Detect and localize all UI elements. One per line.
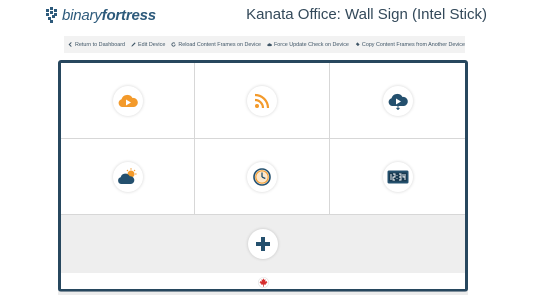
content-frame-tile[interactable] xyxy=(61,63,195,139)
logo-mark-icon xyxy=(46,7,57,23)
cloud-play-blue-icon xyxy=(388,93,408,110)
tile-icon-circle xyxy=(382,161,413,192)
logo-text-light: binary xyxy=(62,6,102,24)
digital-clock-icon xyxy=(387,170,408,183)
refresh-icon xyxy=(171,42,176,47)
plus-icon xyxy=(256,237,270,251)
content-frame-tile[interactable] xyxy=(330,139,465,215)
footer-row xyxy=(61,273,465,289)
content-frame-tile[interactable] xyxy=(330,63,465,139)
logo[interactable]: binaryfortress xyxy=(46,5,156,25)
toolbar-item-label: Return to Dashboard xyxy=(75,41,126,48)
edit-device-button[interactable]: Edit Device xyxy=(131,42,165,48)
header: binaryfortress Kanata Office: Wall Sign … xyxy=(0,0,533,34)
toolbar-item-label: Force Update Check on Device xyxy=(274,41,349,48)
content-frame-tile[interactable] xyxy=(61,139,195,215)
toolbar-item-label: Edit Device xyxy=(138,41,166,48)
chevron-left-icon xyxy=(68,42,72,47)
toolbar-item-label: Copy Content Frames from Another Device xyxy=(361,41,465,48)
copy-content-frames-button[interactable]: Copy Content Frames from Another Device xyxy=(355,42,465,48)
logo-text: binaryfortress xyxy=(62,7,156,24)
content-frame-tile[interactable] xyxy=(195,139,330,215)
tile-icon-circle xyxy=(112,85,143,116)
content-frame-tile[interactable] xyxy=(195,63,330,139)
maple-leaf-icon xyxy=(257,277,269,288)
device-layout-board xyxy=(58,60,468,292)
add-icon-circle xyxy=(248,229,278,259)
copy-icon xyxy=(355,42,360,47)
tile-icon-circle xyxy=(247,161,277,192)
cloud-play-orange-icon xyxy=(118,94,138,107)
tile-icon-circle xyxy=(112,161,143,192)
weather-sun-cloud-icon xyxy=(117,167,136,184)
reload-content-frames-button[interactable]: Reload Content Frames on Device xyxy=(171,42,261,48)
clock-icon xyxy=(253,167,271,186)
page-title: Kanata Office: Wall Sign (Intel Stick) xyxy=(246,6,487,23)
tile-icon-circle xyxy=(247,85,277,116)
force-update-check-button[interactable]: Force Update Check on Device xyxy=(267,42,349,48)
device-toolbar: Return to Dashboard Edit Device Reload C… xyxy=(64,36,465,53)
board-shadow xyxy=(58,291,468,295)
rss-icon xyxy=(254,93,270,108)
content-frame-grid xyxy=(61,63,465,215)
pencil-icon xyxy=(131,42,136,47)
logo-text-bold: fortress xyxy=(101,6,156,24)
add-content-frame-button[interactable] xyxy=(61,215,465,273)
cloud-icon xyxy=(267,43,272,47)
return-to-dashboard-button[interactable]: Return to Dashboard xyxy=(68,42,125,48)
toolbar-item-label: Reload Content Frames on Device xyxy=(178,41,262,48)
tile-icon-circle xyxy=(382,85,413,116)
